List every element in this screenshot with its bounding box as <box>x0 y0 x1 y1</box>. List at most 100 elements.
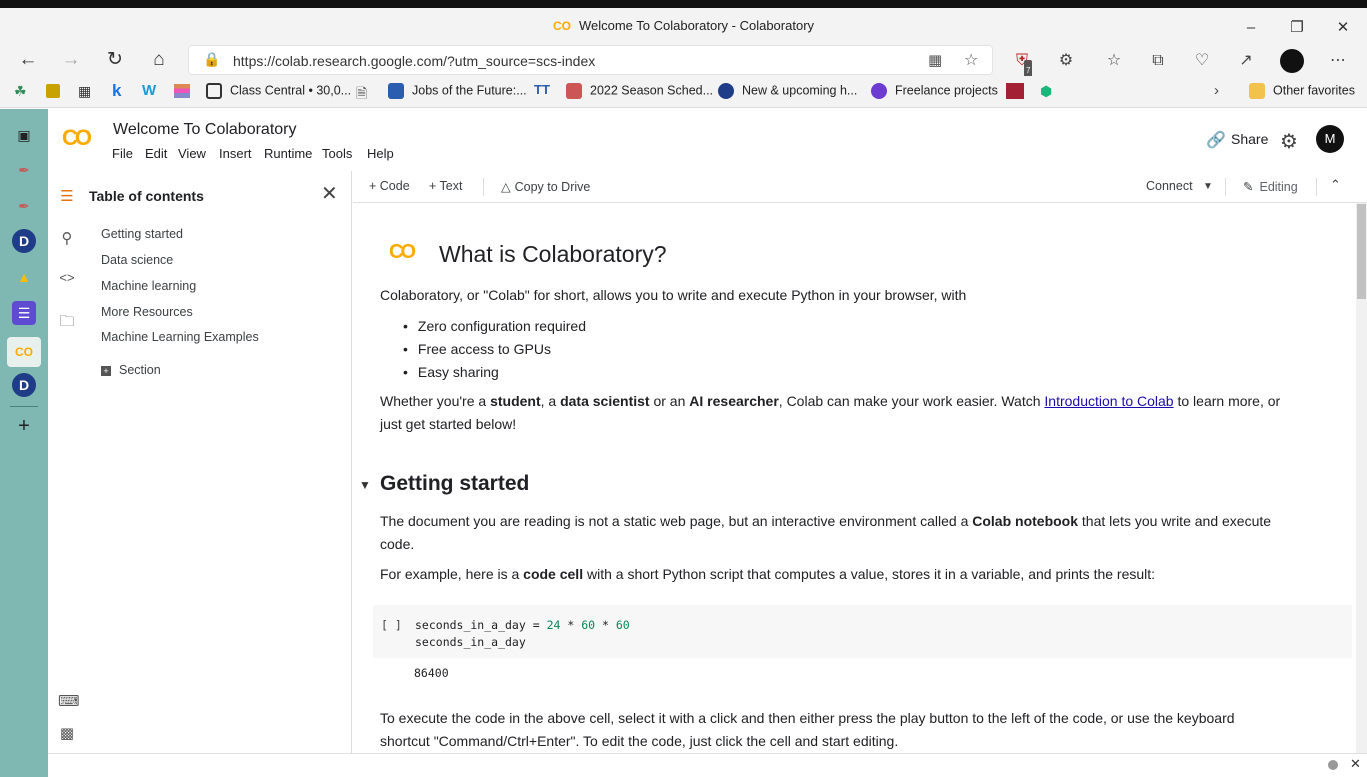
refresh-icon[interactable]: ↻ <box>101 48 129 72</box>
favorite-link[interactable]: Jobs of the Future:... <box>388 83 527 99</box>
menu-insert[interactable]: Insert <box>219 146 252 161</box>
url-text[interactable]: https://colab.research.google.com/?utm_s… <box>233 53 595 69</box>
text-span: or an <box>649 393 690 409</box>
browser-titlebar: CO Welcome To Colaboratory - Colaboratory… <box>0 0 1367 44</box>
class-central-icon <box>206 83 222 99</box>
lock-icon[interactable]: 🔒 <box>203 51 220 68</box>
share-button[interactable]: Share <box>1231 131 1268 147</box>
toc-list-icon[interactable]: ☰ <box>58 187 76 205</box>
collections-icon[interactable]: ⧉ <box>1146 50 1170 72</box>
collapse-chevron-icon[interactable]: ⌃ <box>1330 177 1341 193</box>
add-favorite-icon[interactable]: ☆ <box>964 50 978 70</box>
add-code-button[interactable]: + Code <box>369 179 410 193</box>
notebook-title[interactable]: Welcome To Colaboratory <box>113 121 297 139</box>
menu-edit[interactable]: Edit <box>145 146 167 161</box>
link-icon[interactable]: 🔗 <box>1206 130 1226 150</box>
leaf-icon[interactable]: ☘ <box>14 83 27 100</box>
close-window-icon[interactable]: ✕ <box>1320 14 1366 42</box>
devpost-sidebar-icon[interactable]: D <box>12 373 36 397</box>
code-line-2[interactable]: seconds_in_a_day <box>415 635 526 649</box>
code-line-1[interactable]: seconds_in_a_day = 24 * 60 * 60 <box>415 618 630 632</box>
code-cell[interactable]: [ ] seconds_in_a_day = 24 * 60 * 60 seco… <box>373 605 1352 658</box>
copy-to-drive-button[interactable]: △ Copy to Drive <box>501 179 590 194</box>
bold-code-cell: code cell <box>523 566 584 582</box>
devpost-sidebar-icon[interactable]: D <box>12 229 36 253</box>
colab-sidebar-icon[interactable]: CO <box>7 337 41 367</box>
back-icon[interactable]: ← <box>14 48 42 72</box>
mit-icon[interactable] <box>1006 83 1024 99</box>
favorite-label: 2022 Season Sched... <box>590 83 714 98</box>
shield-app-icon[interactable]: ⬢ <box>1040 83 1052 100</box>
restore-icon[interactable]: ❐ <box>1274 14 1320 42</box>
toc-item-ml-examples[interactable]: Machine Learning Examples <box>101 330 259 344</box>
connect-button[interactable]: Connect <box>1146 179 1193 193</box>
home-icon[interactable]: ⌂ <box>145 48 173 72</box>
extensions-icon[interactable]: ⚙ <box>1054 50 1078 72</box>
scrollbar-thumb[interactable] <box>1357 204 1366 299</box>
files-folder-icon[interactable]: 🗀 <box>58 311 76 336</box>
add-sidebar-icon[interactable]: + <box>12 414 36 438</box>
chevron-right-icon[interactable]: › <box>1214 82 1219 99</box>
profile-avatar[interactable] <box>1280 49 1304 73</box>
extension-shield-icon[interactable]: ⛨ 7 <box>1010 50 1034 82</box>
toc-item-data-science[interactable]: Data science <box>101 253 173 267</box>
toc-item-getting-started[interactable]: Getting started <box>101 227 183 241</box>
tt-app-icon[interactable]: TT <box>534 82 550 97</box>
close-status-icon[interactable]: ✕ <box>1350 756 1361 772</box>
toc-item-more-resources[interactable]: More Resources <box>101 305 193 319</box>
add-text-button[interactable]: + Text <box>429 179 462 193</box>
favorites-icon[interactable]: ☆ <box>1102 50 1126 72</box>
menu-view[interactable]: View <box>178 146 206 161</box>
minimize-icon[interactable]: – <box>1228 14 1274 42</box>
sidebar-app-icon[interactable]: ✒ <box>12 158 36 182</box>
terminal-icon[interactable]: ▩ <box>58 724 76 742</box>
intro-to-colab-link[interactable]: Introduction to Colab <box>1044 393 1173 409</box>
menu-runtime[interactable]: Runtime <box>264 146 312 161</box>
reader-view-icon[interactable]: ▦ <box>928 51 942 69</box>
grid-app-icon[interactable]: ▦ <box>78 83 91 100</box>
code-token: seconds_in_a_day = <box>415 618 547 632</box>
command-palette-icon[interactable]: ⌨ <box>58 692 80 710</box>
sidebar-app-icon[interactable]: ✒ <box>12 194 36 218</box>
collapse-section-icon[interactable]: ▼ <box>359 478 371 492</box>
connect-dropdown-icon[interactable]: ▼ <box>1203 181 1213 192</box>
menu-help[interactable]: Help <box>367 146 394 161</box>
section-heading: Getting started <box>380 472 530 495</box>
browser-essentials-icon[interactable]: ♡ <box>1190 50 1214 72</box>
favorite-link[interactable]: Freelance projects <box>871 83 998 99</box>
w-app-icon[interactable]: W <box>142 82 156 99</box>
settings-gear-icon[interactable]: ⚙ <box>1280 129 1298 154</box>
run-cell-bracket[interactable]: [ ] <box>381 618 402 632</box>
tab-title-text: Welcome To Colaboratory - Colaboratory <box>578 18 815 33</box>
toc-add-section[interactable]: + Section <box>101 363 161 377</box>
other-favorites[interactable]: Other favorites <box>1249 83 1355 99</box>
k-app-icon[interactable]: k <box>112 81 121 101</box>
code-number: 60 <box>581 618 596 632</box>
menu-file[interactable]: File <box>112 146 133 161</box>
favorite-link[interactable]: 2022 Season Sched... <box>566 83 713 99</box>
drive-icon[interactable]: ▲ <box>12 265 36 289</box>
forward-icon[interactable]: → <box>57 48 85 72</box>
code-snippets-icon[interactable]: <> <box>58 270 76 285</box>
toc-item-machine-learning[interactable]: Machine learning <box>101 279 196 293</box>
stacked-app-icon[interactable] <box>174 84 190 98</box>
favorite-link[interactable]: New & upcoming h... <box>718 83 857 99</box>
list-app-icon[interactable]: ☰ <box>12 301 36 325</box>
jobs-icon <box>388 83 404 99</box>
favorite-link[interactable]: Class Central • 30,0... <box>206 83 351 99</box>
text-span: To execute the code in the above cell, s… <box>380 710 1235 726</box>
tab-actions-icon[interactable]: ▣ <box>12 123 36 147</box>
search-icon[interactable]: ⚲ <box>58 229 76 247</box>
share-page-icon[interactable]: ↗ <box>1234 50 1258 72</box>
vertical-scrollbar[interactable] <box>1356 203 1367 753</box>
address-bar[interactable]: 🔒 https://colab.research.google.com/?utm… <box>188 45 993 75</box>
close-icon[interactable]: ✕ <box>321 181 338 206</box>
editing-mode-button[interactable]: ✎ Editing <box>1243 179 1298 194</box>
more-options-icon[interactable]: ⋯ <box>1326 50 1350 72</box>
bold-ai-researcher: AI researcher <box>689 393 779 409</box>
colab-logo[interactable]: CO <box>62 125 92 151</box>
user-avatar[interactable]: M <box>1316 125 1344 153</box>
menu-tools[interactable]: Tools <box>322 146 352 161</box>
bookmark-icon[interactable] <box>46 84 60 98</box>
document-icon[interactable]: 🗎 <box>356 83 367 107</box>
